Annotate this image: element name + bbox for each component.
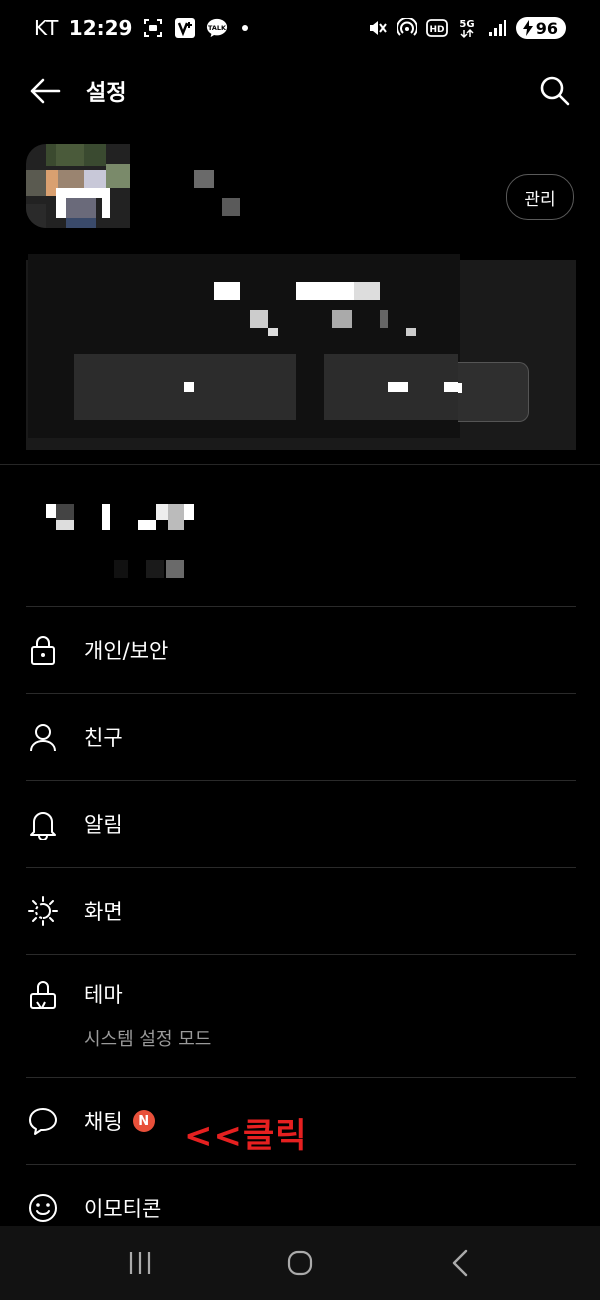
svg-text:HD: HD (429, 25, 444, 35)
pixelated-section[interactable] (26, 490, 226, 590)
profile-card (26, 254, 576, 464)
recent-apps-button[interactable] (110, 1233, 170, 1293)
card-text-blur (214, 282, 240, 300)
manage-button[interactable]: 관리 (506, 174, 574, 220)
screenshot-icon (142, 17, 164, 39)
menu-label-privacy-security: 개인/보안 (84, 639, 169, 663)
status-bar: KT 12:29 TALK HD 5G 96 (0, 0, 600, 56)
new-badge: N (132, 1110, 155, 1132)
menu-label-display: 화면 (84, 900, 123, 924)
menu-label-notifications: 알림 (84, 813, 123, 837)
card-action-button-1[interactable] (74, 354, 296, 420)
menu-item-theme[interactable]: 테마 시스템 설정 모드 (26, 954, 576, 1077)
mute-icon (366, 17, 388, 39)
menu-label-friends: 친구 (84, 726, 123, 750)
home-icon (287, 1250, 313, 1276)
bell-icon (26, 807, 60, 841)
menu-item-friends[interactable]: 친구 (26, 693, 576, 780)
back-nav-icon (452, 1249, 468, 1277)
home-button[interactable] (270, 1233, 330, 1293)
menu-item-display[interactable]: 화면 (26, 867, 576, 954)
5g-icon: 5G (456, 17, 478, 39)
click-annotation: <<클릭 (184, 1116, 308, 1156)
card-action-button-2[interactable] (324, 354, 458, 420)
search-button[interactable] (538, 74, 572, 108)
system-nav-bar (0, 1226, 600, 1300)
emoticon-icon (26, 1191, 60, 1225)
back-arrow-icon (30, 78, 61, 104)
back-button[interactable] (28, 74, 62, 108)
person-icon (26, 720, 60, 754)
paint-brush-icon (26, 979, 60, 1013)
svg-text:5G: 5G (459, 19, 474, 30)
battery-level: 96 (535, 18, 558, 38)
menu-label-chat: 채팅 (84, 1110, 123, 1134)
signal-icon (486, 17, 508, 39)
notification-dot (242, 25, 249, 31)
section-divider (0, 464, 600, 465)
recent-apps-icon (129, 1252, 151, 1274)
battery-icon: 96 (515, 17, 566, 39)
hotspot-icon (396, 17, 418, 39)
menu-item-notifications[interactable]: 알림 (26, 780, 576, 867)
status-left: KT 12:29 TALK (34, 16, 249, 40)
card-action-button-3[interactable] (458, 362, 529, 422)
search-icon (540, 76, 570, 106)
talk-text: TALK (209, 24, 228, 32)
page-title: 설정 (86, 81, 127, 106)
carrier-label: KT (34, 16, 59, 40)
avatar[interactable] (26, 144, 130, 228)
status-time: 12:29 (68, 16, 133, 40)
vyn-app-icon (174, 17, 196, 39)
profile-row[interactable]: 관리 (0, 140, 600, 240)
menu-sub-theme: 시스템 설정 모드 (84, 1029, 212, 1050)
back-nav-button[interactable] (430, 1233, 490, 1293)
hd-voice-icon: HD (425, 17, 448, 39)
menu-item-chat[interactable]: 채팅 N <<클릭 (26, 1077, 576, 1164)
display-brightness-icon (26, 894, 60, 928)
kakaotalk-icon: TALK (206, 17, 228, 39)
profile-name-blur (194, 170, 214, 188)
app-bar: 설정 (0, 56, 600, 126)
lock-icon (26, 633, 60, 667)
menu-label-theme: 테마 (84, 983, 123, 1007)
status-right: HD 5G 96 (366, 17, 566, 39)
settings-menu: 개인/보안 친구 알림 화면 테마 시스템 설정 모드 채팅 N <<클릭 이모… (26, 606, 576, 1251)
profile-status-blur (222, 198, 240, 216)
menu-label-emoticons: 이모티콘 (84, 1197, 162, 1221)
menu-item-privacy-security[interactable]: 개인/보안 (26, 606, 576, 693)
chat-bubble-icon (26, 1104, 60, 1138)
